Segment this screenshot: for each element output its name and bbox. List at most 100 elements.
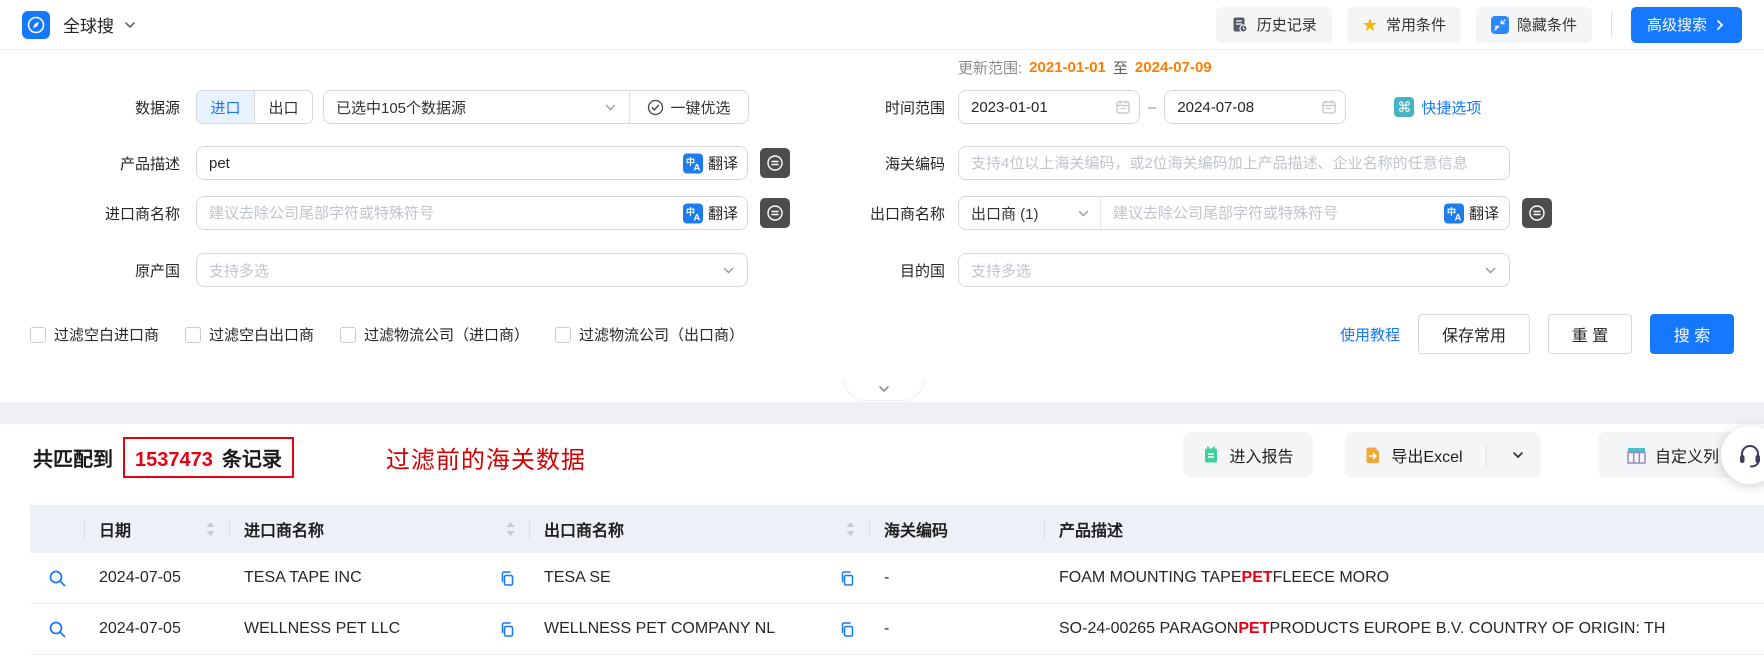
export-excel-main[interactable]: 导出Excel bbox=[1346, 432, 1476, 478]
annotation-text: 过滤前的海关数据 bbox=[385, 447, 586, 474]
origin-country-placeholder: 支持多选 bbox=[209, 262, 270, 280]
hide-conditions-button[interactable]: 隐藏条件 bbox=[1475, 6, 1592, 43]
quick-options-label: 快捷选项 bbox=[1421, 99, 1482, 117]
star-icon: ★ bbox=[1361, 14, 1378, 35]
chevron-down-icon[interactable] bbox=[123, 18, 137, 32]
data-source-toggle: 进口 出口 bbox=[196, 90, 313, 124]
origin-country-label: 原产国 bbox=[134, 262, 180, 280]
hs-code-label: 海关编码 bbox=[884, 155, 945, 173]
product-desc-input[interactable] bbox=[196, 146, 748, 180]
quick-options-link[interactable]: ⌘ 快捷选项 bbox=[1394, 97, 1481, 118]
importer-cell: TESA TAPE INC bbox=[230, 569, 530, 587]
column-header-expand bbox=[30, 505, 85, 553]
magnifier-icon[interactable] bbox=[48, 620, 67, 639]
import-tab[interactable]: 进口 bbox=[197, 91, 254, 123]
tutorial-link[interactable]: 使用教程 bbox=[1340, 324, 1400, 345]
exact-match-toggle[interactable] bbox=[1522, 198, 1552, 228]
column-header: 产品描述 bbox=[1045, 505, 1764, 553]
importer-input[interactable] bbox=[196, 196, 748, 230]
filter-checkbox-item[interactable]: 过滤空白进口商 bbox=[30, 324, 159, 345]
dest-country-select[interactable]: 支持多选 bbox=[958, 253, 1510, 287]
export-dropdown-button[interactable] bbox=[1496, 432, 1540, 478]
one-click-optimize-button[interactable]: 一键优选 bbox=[629, 91, 748, 123]
export-excel-label: 导出Excel bbox=[1391, 449, 1463, 466]
column-label: 产品描述 bbox=[1059, 523, 1124, 540]
exporter-type-select[interactable]: 出口商 (1) bbox=[959, 197, 1101, 229]
exact-match-toggle[interactable] bbox=[760, 198, 790, 228]
company-name: WELLNESS PET COMPANY NL bbox=[544, 620, 776, 637]
favorites-button[interactable]: ★ 常用条件 bbox=[1346, 6, 1461, 43]
origin-country-select[interactable]: 支持多选 bbox=[196, 253, 748, 287]
svg-text:A: A bbox=[1454, 212, 1461, 223]
translate-label: 翻译 bbox=[707, 205, 738, 223]
columns-icon bbox=[1627, 447, 1646, 464]
circled-lines-icon bbox=[1529, 205, 1545, 221]
translate-button[interactable]: 中A 翻译 bbox=[1439, 202, 1499, 224]
update-range: 更新范围: 2021-01-01 至 2024-07-09 bbox=[958, 57, 1212, 78]
sort-icon[interactable] bbox=[505, 521, 516, 537]
column-label: 出口商名称 bbox=[544, 523, 625, 540]
exact-match-toggle[interactable] bbox=[760, 148, 790, 178]
data-source-label: 数据源 bbox=[134, 99, 180, 117]
product-desc-row: 产品描述 中A 翻译 bbox=[33, 146, 790, 180]
match-count-box: 1537473 条记录 bbox=[123, 436, 294, 478]
command-icon: ⌘ bbox=[1394, 97, 1415, 117]
checkbox[interactable] bbox=[555, 326, 572, 343]
sort-icon[interactable] bbox=[205, 521, 216, 537]
data-source-select[interactable]: 已选中105个数据源 bbox=[324, 97, 629, 118]
table-row[interactable]: 2024-07-05 WELLNESS PET LLC WELLNESS PET C… bbox=[30, 604, 1764, 655]
data-source-row: 数据源 进口 出口 已选中105个数据源 一键优选 bbox=[33, 90, 749, 124]
copy-icon[interactable] bbox=[499, 621, 516, 638]
top-bar: 全球搜 历史记录 ★ 常用条件 隐藏条件 高级搜索 bbox=[0, 0, 1764, 50]
magnifier-icon[interactable] bbox=[48, 569, 67, 588]
match-count: 1537473 bbox=[135, 448, 213, 471]
hs-code-input[interactable] bbox=[958, 146, 1510, 180]
svg-text:A: A bbox=[693, 212, 700, 223]
save-common-button[interactable]: 保存常用 bbox=[1418, 314, 1530, 354]
description-cell: SO-24-00265 PARAGON PET PRODUCTS EUROPE … bbox=[1059, 620, 1666, 637]
product-desc-label: 产品描述 bbox=[119, 155, 180, 173]
hs-code-wrap bbox=[958, 146, 1510, 180]
history-button[interactable]: 历史记录 bbox=[1215, 6, 1332, 43]
table-row[interactable]: 2024-07-05 TESA TAPE INC TESA SE - FOAM MOUN… bbox=[30, 553, 1764, 604]
translate-icon: 中A bbox=[1443, 203, 1464, 223]
export-tab[interactable]: 出口 bbox=[254, 91, 312, 123]
translate-button[interactable]: 中A 翻译 bbox=[678, 152, 738, 174]
translate-button[interactable]: 中A 翻译 bbox=[678, 202, 738, 224]
filter-checkbox-item[interactable]: 过滤物流公司（出口商） bbox=[555, 324, 744, 345]
end-date-input[interactable] bbox=[1164, 90, 1347, 124]
favorites-label: 常用条件 bbox=[1385, 17, 1446, 34]
app-logo-icon bbox=[22, 10, 50, 39]
calendar-icon bbox=[1116, 100, 1130, 114]
column-header[interactable]: 日期 bbox=[85, 505, 230, 553]
results-panel: 共匹配到 1537473 条记录 过滤前的海关数据 进入报告 导出Excel 自… bbox=[0, 424, 1764, 660]
column-header[interactable]: 进口商名称 bbox=[230, 505, 530, 553]
update-range-start: 2021-01-01 bbox=[1029, 59, 1106, 76]
sort-icon[interactable] bbox=[845, 521, 856, 537]
circled-lines-icon bbox=[767, 205, 783, 221]
exporter-label: 出口商名称 bbox=[869, 205, 945, 223]
checkbox[interactable] bbox=[30, 326, 46, 343]
copy-icon[interactable] bbox=[839, 570, 856, 587]
update-range-label: 更新范围: bbox=[958, 60, 1023, 77]
copy-icon[interactable] bbox=[499, 570, 516, 587]
one-click-optimize-label: 一键优选 bbox=[670, 99, 731, 117]
collapse-panel-tab[interactable] bbox=[843, 378, 925, 401]
results-header: 共匹配到 1537473 条记录 过滤前的海关数据 bbox=[33, 434, 586, 480]
description-cell: FOAM MOUNTING TAPE PET FLEECE MORO bbox=[1059, 569, 1390, 586]
checkbox[interactable] bbox=[340, 326, 357, 343]
filter-checkbox-item[interactable]: 过滤物流公司（进口商） bbox=[340, 324, 529, 345]
filter-checkbox-item[interactable]: 过滤空白出口商 bbox=[185, 324, 314, 345]
start-date-input[interactable] bbox=[958, 90, 1140, 124]
export-excel-button[interactable]: 导出Excel bbox=[1345, 432, 1541, 478]
enter-report-button[interactable]: 进入报告 bbox=[1183, 432, 1313, 478]
svg-text:A: A bbox=[693, 162, 700, 173]
update-range-end: 2024-07-09 bbox=[1134, 59, 1212, 76]
reset-button[interactable]: 重 置 bbox=[1548, 314, 1632, 354]
advanced-search-button[interactable]: 高级搜索 bbox=[1630, 6, 1742, 43]
checkbox[interactable] bbox=[185, 326, 202, 343]
copy-icon[interactable] bbox=[839, 621, 856, 638]
column-header[interactable]: 出口商名称 bbox=[530, 505, 870, 553]
enter-report-label: 进入报告 bbox=[1229, 449, 1294, 466]
search-button[interactable]: 搜 索 bbox=[1650, 314, 1734, 354]
